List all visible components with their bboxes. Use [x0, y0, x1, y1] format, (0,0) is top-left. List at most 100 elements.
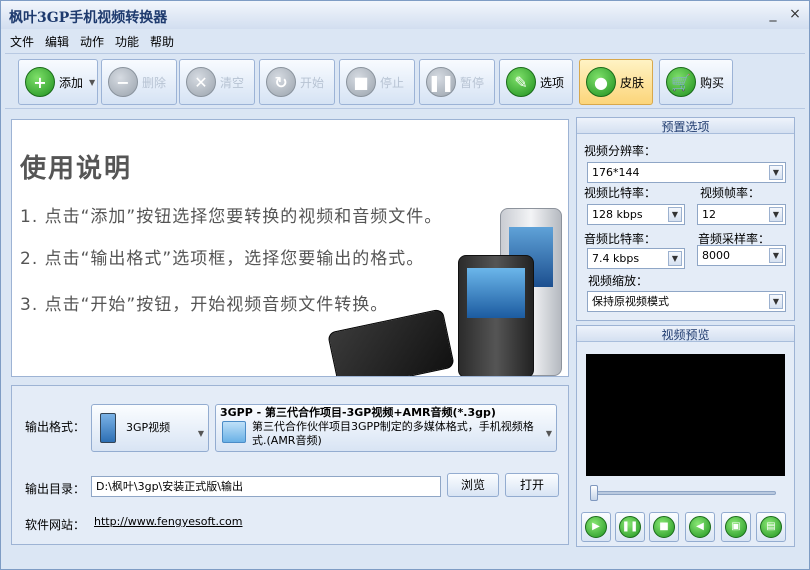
- video-preview-screen: [586, 354, 785, 476]
- format-description-select[interactable]: 3GPP - 第三代合作项目-3GP视频+AMR音频(*.3gp) 第三代合作伙…: [215, 404, 557, 452]
- zoom-select[interactable]: 保持原视频模式 ▼: [587, 291, 786, 312]
- output-dir-input[interactable]: D:\枫叶\3gp\安装正式版\输出: [91, 476, 441, 497]
- options-button[interactable]: ✎ 选项: [499, 59, 573, 105]
- seek-slider[interactable]: [590, 485, 598, 501]
- chevron-down-icon: ▼: [769, 248, 783, 263]
- stop-label: 停止: [380, 75, 405, 90]
- chevron-down-icon: ▼: [197, 429, 204, 438]
- delete-label: 删除: [142, 75, 167, 90]
- skin-button[interactable]: ● 皮肤: [579, 59, 653, 105]
- start-label: 开始: [300, 75, 325, 90]
- refresh-icon: ↻: [266, 67, 296, 97]
- instruction-step-3: 3. 点击“开始”按钮，开始视频音频文件转换。: [20, 295, 389, 315]
- skin-label: 皮肤: [620, 75, 645, 90]
- preset-options-header: 预置选项: [577, 118, 794, 134]
- play-icon: ▶: [585, 516, 607, 538]
- minimize-button[interactable]: _: [765, 6, 781, 22]
- chevron-down-icon: ▼: [89, 77, 96, 87]
- snapshot-button[interactable]: ▣: [721, 512, 751, 542]
- zoom-value: 保持原视频模式: [592, 295, 669, 308]
- instruction-step-1: 1. 点击“添加”按钮选择您要转换的视频和音频文件。: [20, 207, 443, 227]
- resolution-label: 视频分辨率：: [584, 144, 657, 158]
- resolution-value: 176*144: [592, 166, 640, 179]
- audio-bitrate-label: 音频比特率：: [584, 232, 657, 246]
- minus-icon: −: [108, 67, 138, 97]
- stop-icon: ■: [346, 67, 376, 97]
- pause-icon: ❚❚: [426, 67, 456, 97]
- chevron-down-icon: ▼: [769, 207, 783, 222]
- menu-file[interactable]: 文件: [10, 33, 34, 50]
- website-link[interactable]: http://www.fengyesoft.com: [94, 515, 243, 528]
- output-dir-label: 输出目录：: [25, 482, 86, 496]
- format-description-title: 3GPP - 第三代合作项目-3GP视频+AMR音频(*.3gp): [220, 406, 496, 419]
- delete-button[interactable]: − 删除: [101, 59, 177, 105]
- open-button[interactable]: 打开: [505, 473, 559, 497]
- close-button[interactable]: ×: [787, 6, 803, 22]
- window-title: 枫叶3GP手机视频转换器: [9, 10, 168, 26]
- phone-image-3: [327, 308, 455, 376]
- framerate-value: 12: [702, 208, 716, 221]
- clear-label: 清空: [220, 75, 245, 90]
- chevron-down-icon: ▼: [545, 429, 552, 438]
- buy-label: 购买: [700, 75, 725, 90]
- plus-icon: +: [25, 67, 55, 97]
- stop-icon: ■: [653, 516, 675, 538]
- add-label: 添加: [59, 75, 84, 90]
- format-description-body: 第三代合作伙伴项目3GPP制定的多媒体格式，手机视频格式.(AMR音频): [252, 420, 534, 447]
- instruction-step-2: 2. 点击“输出格式”选项框，选择您要输出的格式。: [20, 249, 425, 269]
- camera-icon: ▣: [725, 516, 747, 538]
- output-format-select[interactable]: 3GP视频 ▼: [91, 404, 209, 452]
- instructions-title: 使用说明: [20, 154, 133, 184]
- tools-icon: ✎: [506, 67, 536, 97]
- video-bitrate-label: 视频比特率：: [584, 186, 657, 200]
- pause-label: 暂停: [460, 75, 485, 90]
- volume-button[interactable]: ◀: [685, 512, 715, 542]
- instructions-panel: 使用说明 1. 点击“添加”按钮选择您要转换的视频和音频文件。 2. 点击“输出…: [11, 119, 569, 377]
- browse-button[interactable]: 浏览: [447, 473, 499, 497]
- speaker-icon: ◀: [689, 516, 711, 538]
- audio-bitrate-value: 7.4 kbps: [592, 252, 640, 265]
- menu-help[interactable]: 帮助: [150, 33, 174, 50]
- add-button[interactable]: + 添加 ▼: [18, 59, 98, 105]
- output-format-value: 3GP视频: [126, 421, 171, 434]
- start-button[interactable]: ↻ 开始: [259, 59, 335, 105]
- folder-icon: ▤: [760, 516, 782, 538]
- framerate-select[interactable]: 12 ▼: [697, 204, 786, 225]
- menu-action[interactable]: 动作: [80, 33, 104, 50]
- options-label: 选项: [540, 75, 565, 90]
- video-bitrate-select[interactable]: 128 kbps ▼: [587, 204, 685, 225]
- clear-button[interactable]: ✕ 清空: [179, 59, 255, 105]
- samplerate-select[interactable]: 8000 ▼: [697, 245, 786, 266]
- menu-function[interactable]: 功能: [115, 33, 139, 50]
- play-button[interactable]: ▶: [581, 512, 611, 542]
- chevron-down-icon: ▼: [668, 207, 682, 222]
- resolution-select[interactable]: 176*144 ▼: [587, 162, 786, 183]
- output-panel: 输出格式： 3GP视频 ▼ 3GPP - 第三代合作项目-3GP视频+AMR音频…: [11, 385, 569, 545]
- menu-edit[interactable]: 编辑: [45, 33, 69, 50]
- apple-icon: ●: [586, 67, 616, 97]
- phone-icon: [100, 413, 116, 443]
- output-format-label: 输出格式：: [25, 420, 86, 434]
- menu-bar: 文件 编辑 动作 功能 帮助: [1, 31, 809, 51]
- video-preview-header: 视频预览: [577, 326, 794, 342]
- video-bitrate-value: 128 kbps: [592, 208, 643, 221]
- website-label: 软件网站：: [25, 518, 86, 532]
- phone-image-2: [458, 255, 534, 376]
- pause-button[interactable]: ❚❚ 暂停: [419, 59, 495, 105]
- open-folder-button[interactable]: ▤: [756, 512, 786, 542]
- chevron-down-icon: ▼: [769, 294, 783, 309]
- cart-icon: 🛒: [666, 67, 696, 97]
- framerate-label: 视频帧率：: [700, 186, 761, 200]
- audio-bitrate-select[interactable]: 7.4 kbps ▼: [587, 248, 685, 269]
- chevron-down-icon: ▼: [769, 165, 783, 180]
- seek-track[interactable]: [590, 491, 776, 495]
- stop-button[interactable]: ■ 停止: [339, 59, 415, 105]
- zoom-label: 视频缩放：: [588, 274, 649, 288]
- preview-stop-button[interactable]: ■: [649, 512, 679, 542]
- toolbar: + 添加 ▼ − 删除 ✕ 清空 ↻ 开始 ■ 停止 ❚❚ 暂停 ✎ 选项 ●: [5, 53, 805, 109]
- x-icon: ✕: [186, 67, 216, 97]
- chevron-down-icon: ▼: [668, 251, 682, 266]
- preview-pause-button[interactable]: ❚❚: [615, 512, 645, 542]
- pause-icon: ❚❚: [619, 516, 641, 538]
- buy-button[interactable]: 🛒 购买: [659, 59, 733, 105]
